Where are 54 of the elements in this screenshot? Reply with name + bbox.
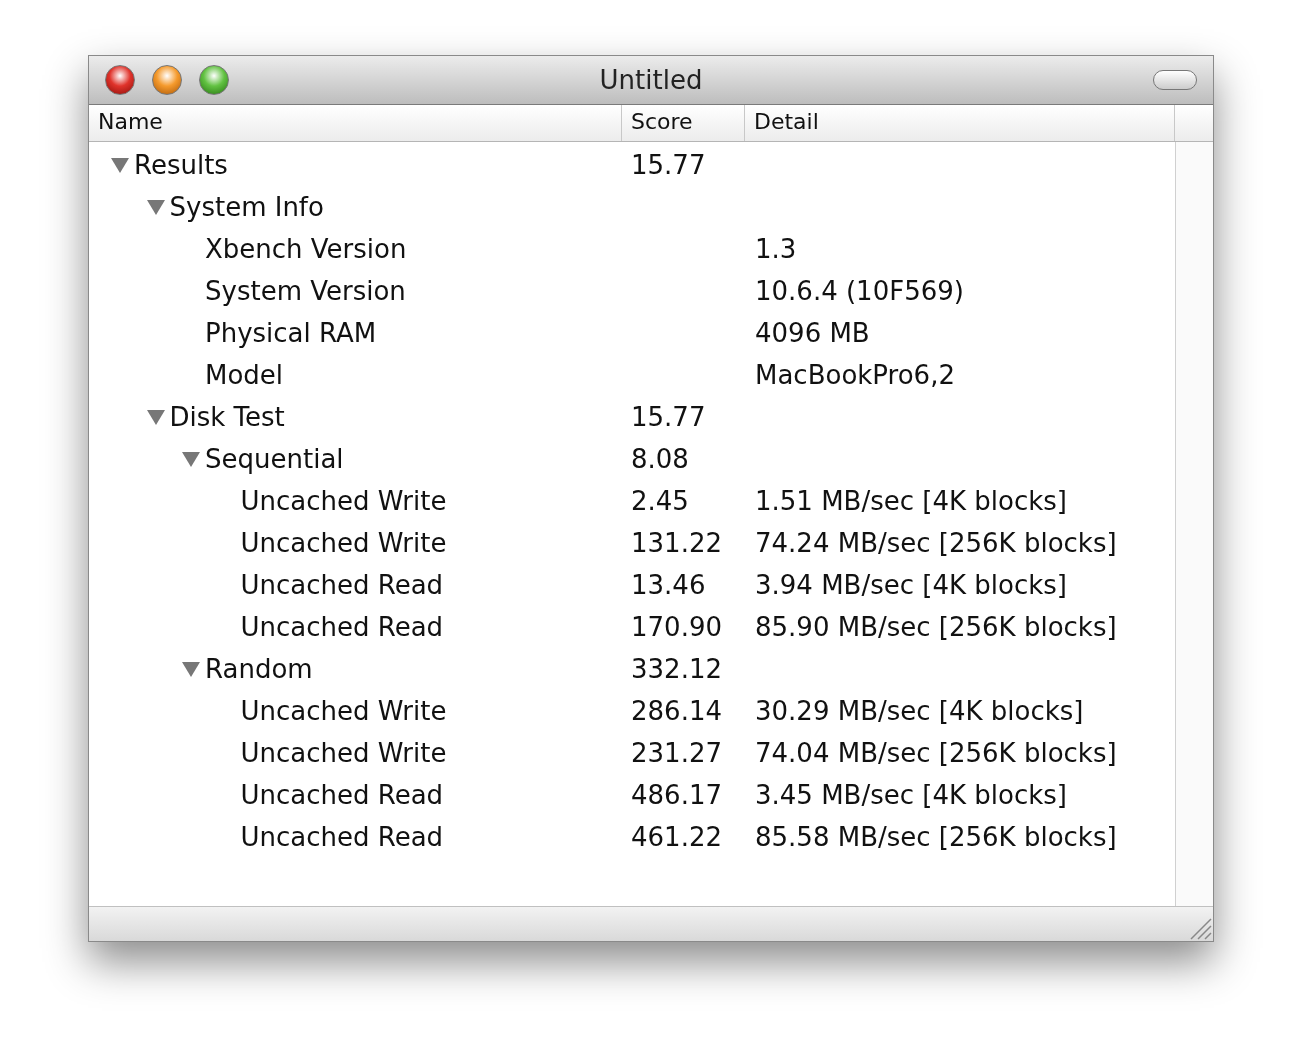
toolbar-toggle-button[interactable]	[1153, 70, 1197, 90]
row-name: Uncached Read	[240, 612, 444, 642]
score-value: 286.14	[631, 696, 722, 726]
row-name: Uncached Write	[240, 696, 447, 726]
score-value: 2.45	[631, 486, 689, 516]
detail-value: 3.45 MB/sec [4K blocks]	[755, 780, 1067, 810]
row-name: Results	[134, 150, 228, 180]
row-name: Xbench Version	[205, 234, 407, 264]
row-name: Model	[205, 360, 284, 390]
score-value: 231.27	[631, 738, 722, 768]
detail-value: 85.58 MB/sec [256K blocks]	[755, 822, 1117, 852]
row-name: System Info	[169, 192, 324, 222]
row-name: Uncached Read	[240, 822, 444, 852]
score-value: 15.77	[631, 402, 706, 432]
detail-value: 1.51 MB/sec [4K blocks]	[755, 486, 1067, 516]
expanded-triangle-icon[interactable]	[180, 660, 202, 678]
detail-value: 1.3	[755, 234, 797, 264]
expanded-triangle-icon[interactable]	[144, 408, 167, 426]
row-name: Random	[205, 654, 313, 684]
column-header[interactable]: Score	[622, 105, 745, 141]
minimize-button[interactable]	[152, 65, 182, 95]
row-name: Uncached Write	[240, 738, 447, 768]
score-value: 131.22	[631, 528, 722, 558]
row-name: Sequential	[205, 444, 344, 474]
detail-value: 3.94 MB/sec [4K blocks]	[755, 570, 1067, 600]
row-name: Uncached Read	[240, 570, 444, 600]
expanded-triangle-icon[interactable]	[144, 198, 167, 216]
score-value: 15.77	[631, 150, 706, 180]
detail-value: MacBookPro6,2	[755, 360, 955, 390]
column-header[interactable]: Name	[89, 105, 622, 141]
score-value: 8.08	[631, 444, 689, 474]
score-value: 461.22	[631, 822, 722, 852]
row-name: Uncached Write	[240, 528, 447, 558]
row-name: System Version	[205, 276, 406, 306]
detail-value: 30.29 MB/sec [4K blocks]	[755, 696, 1084, 726]
row-name: Uncached Write	[240, 486, 447, 516]
close-button[interactable]	[105, 65, 135, 95]
row-name: Physical RAM	[205, 318, 377, 348]
score-value: 170.90	[631, 612, 722, 642]
score-value: 486.17	[631, 780, 722, 810]
score-value: 13.46	[631, 570, 706, 600]
score-value: 332.12	[631, 654, 722, 684]
expanded-triangle-icon[interactable]	[180, 450, 202, 468]
column-header[interactable]: Detail	[745, 105, 1175, 141]
detail-value: 74.24 MB/sec [256K blocks]	[755, 528, 1117, 558]
row-name: Uncached Read	[240, 780, 444, 810]
detail-value: 10.6.4 (10F569)	[755, 276, 964, 306]
detail-value: 74.04 MB/sec [256K blocks]	[755, 738, 1117, 768]
detail-value: 85.90 MB/sec [256K blocks]	[755, 612, 1117, 642]
detail-value: 4096 MB	[755, 318, 870, 348]
zoom-button[interactable]	[199, 65, 229, 95]
window-title: Untitled	[599, 65, 703, 95]
expanded-triangle-icon[interactable]	[109, 156, 131, 174]
row-name: Disk Test	[169, 402, 285, 432]
